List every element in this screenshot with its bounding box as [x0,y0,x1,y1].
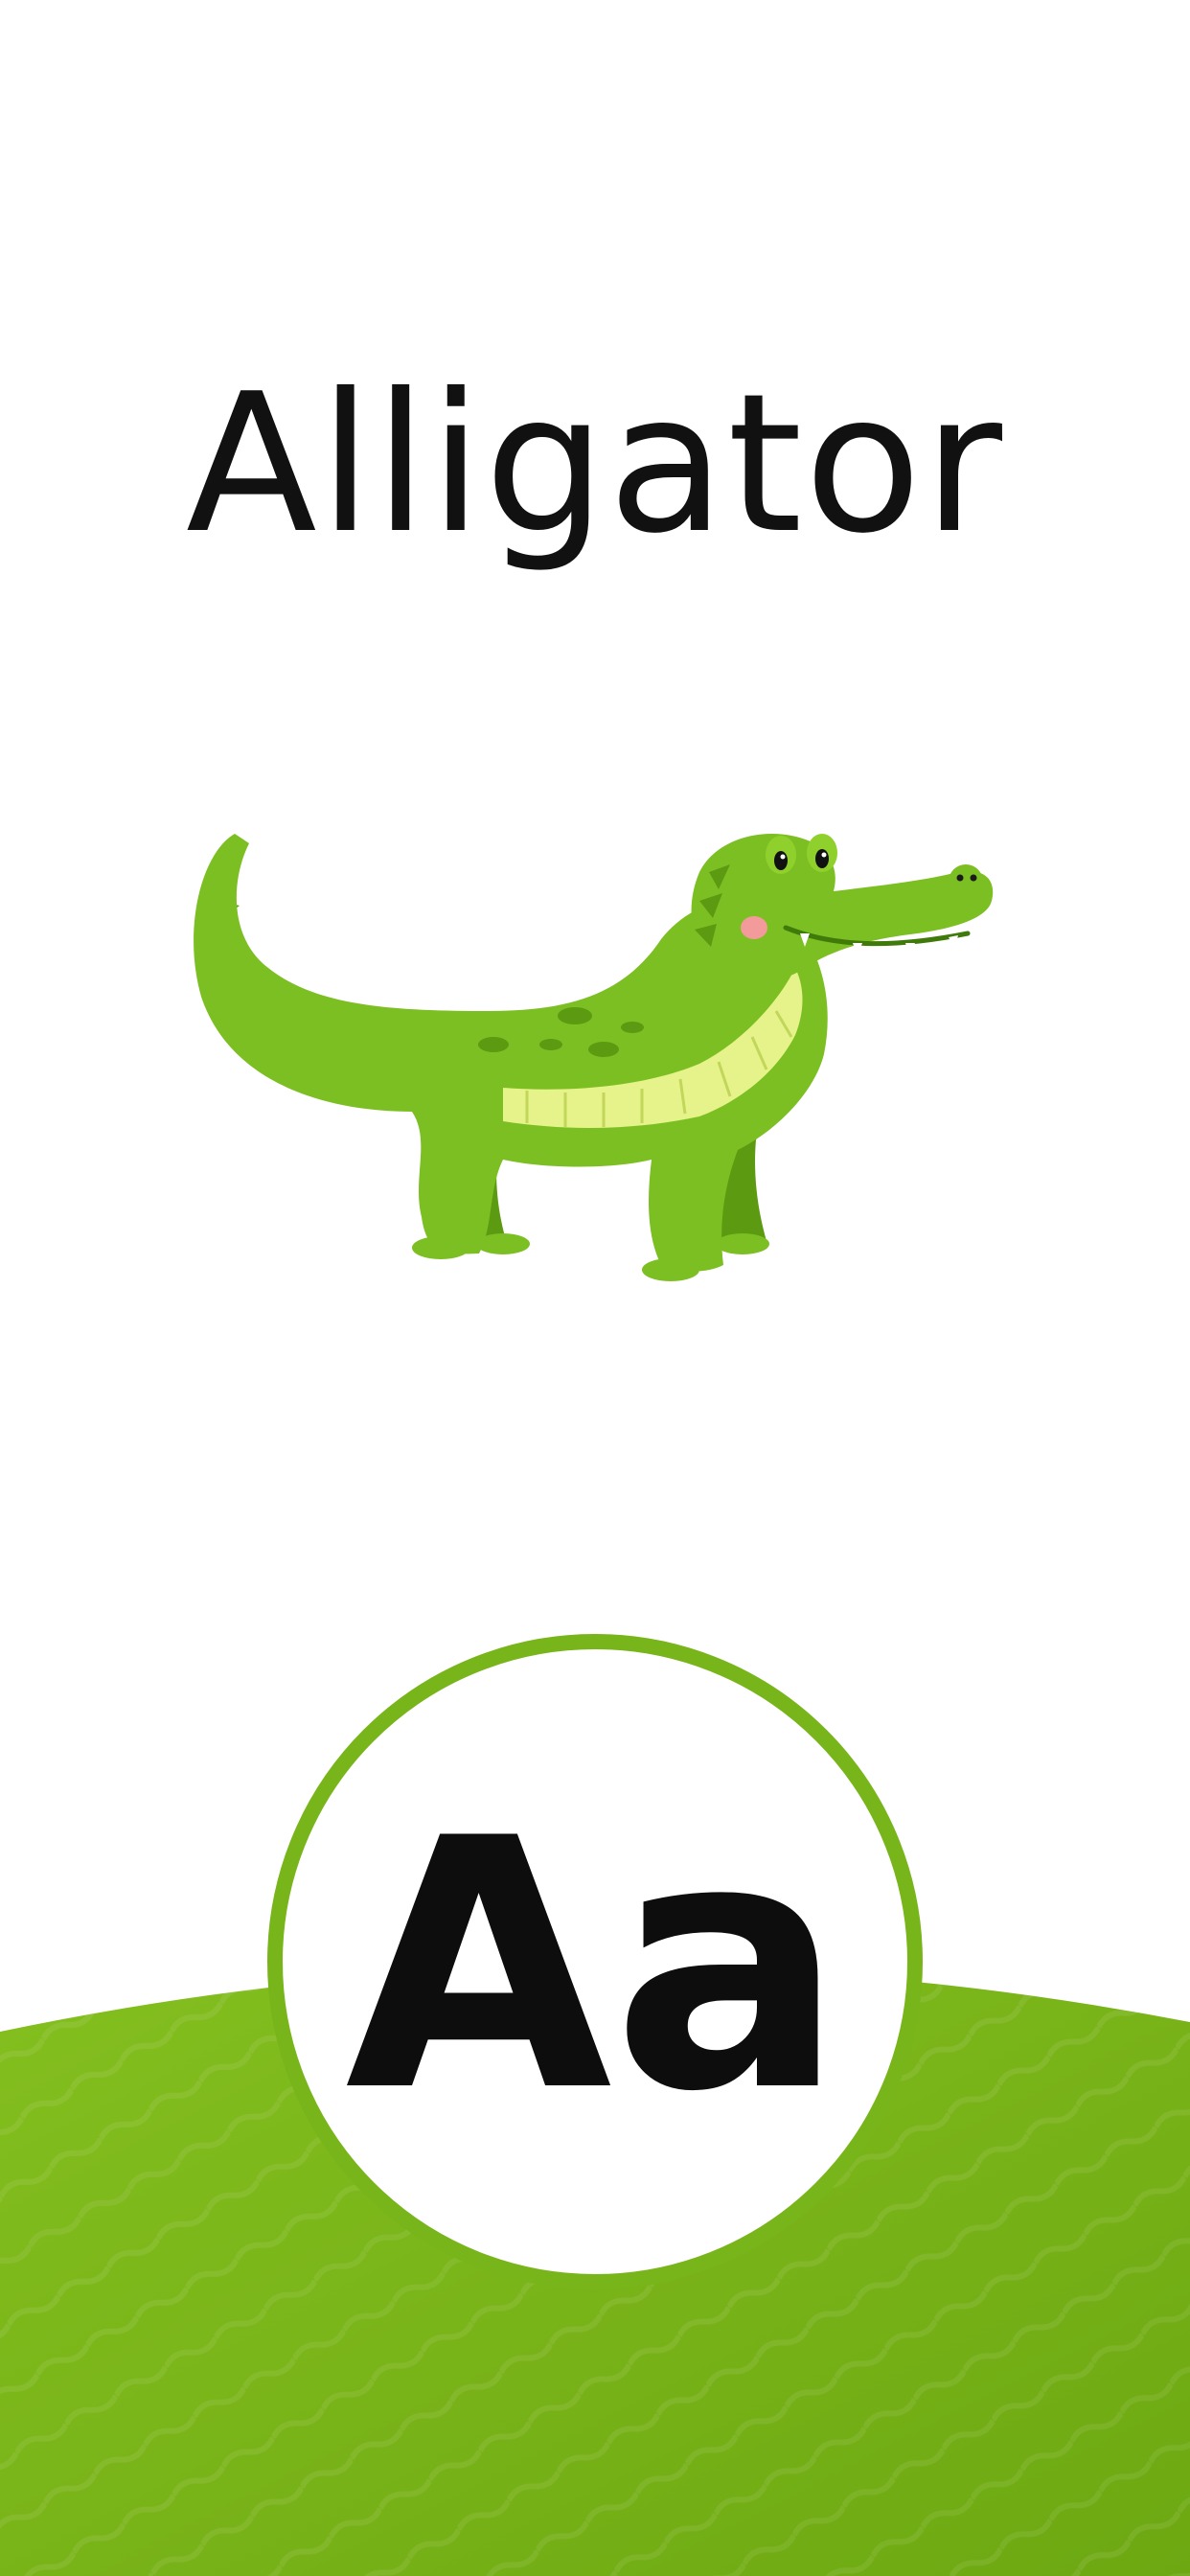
alligator-illustration [194,834,994,1281]
letter-text: Aa [345,1765,845,2167]
word-title: Alligator [185,353,1005,576]
letter-badge: Aa [267,1634,923,2289]
flashcard-screen: Alligator Aa [0,0,1190,2576]
